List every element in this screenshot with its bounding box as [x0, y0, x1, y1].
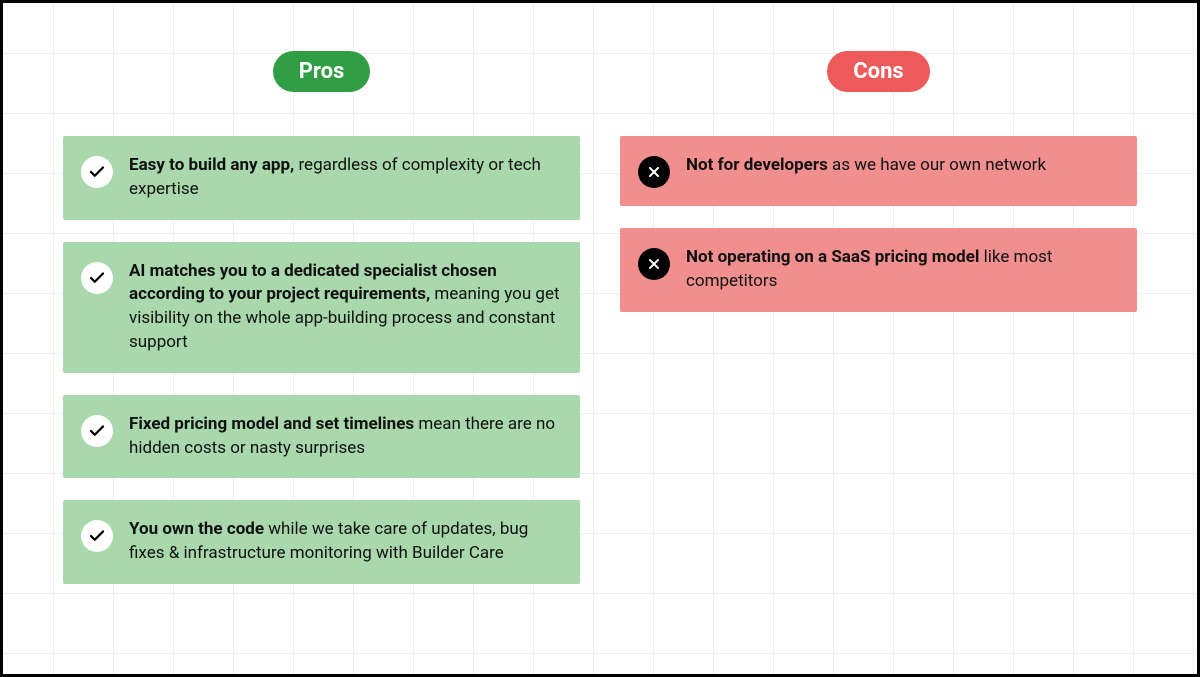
check-icon [81, 520, 113, 552]
cross-icon [638, 248, 670, 280]
cross-icon [638, 156, 670, 188]
cons-column: Cons Not for developers as we have our o… [620, 51, 1137, 634]
check-icon [81, 262, 113, 294]
pros-item-text: Fixed pricing model and set timelines me… [129, 413, 560, 461]
cons-list: Not for developers as we have our own ne… [620, 136, 1137, 312]
pros-item-text: AI matches you to a dedicated specialist… [129, 260, 560, 355]
pros-column: Pros Easy to build any app, regardless o… [63, 51, 580, 634]
pros-badge: Pros [273, 51, 371, 92]
pros-item: You own the code while we take care of u… [63, 500, 580, 584]
pros-item-text: You own the code while we take care of u… [129, 518, 560, 566]
pros-item: AI matches you to a dedicated specialist… [63, 242, 580, 373]
check-icon [81, 415, 113, 447]
pros-item: Easy to build any app, regardless of com… [63, 136, 580, 220]
comparison-container: Pros Easy to build any app, regardless o… [3, 3, 1197, 674]
cons-item: Not operating on a SaaS pricing model li… [620, 228, 1137, 312]
cons-item-text: Not operating on a SaaS pricing model li… [686, 246, 1117, 294]
pros-list: Easy to build any app, regardless of com… [63, 136, 580, 584]
pros-item: Fixed pricing model and set timelines me… [63, 395, 580, 479]
cons-item: Not for developers as we have our own ne… [620, 136, 1137, 206]
cons-badge: Cons [827, 51, 929, 92]
check-icon [81, 156, 113, 188]
cons-item-text: Not for developers as we have our own ne… [686, 154, 1046, 178]
pros-item-text: Easy to build any app, regardless of com… [129, 154, 560, 202]
